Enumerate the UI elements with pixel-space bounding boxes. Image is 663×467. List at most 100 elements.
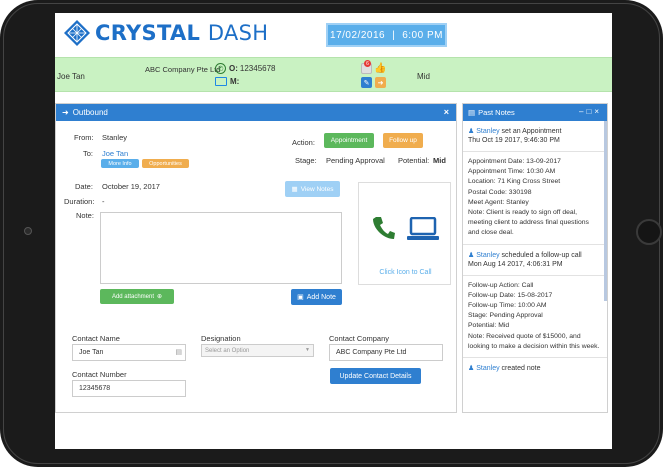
designation-label: Designation (201, 334, 241, 343)
phone-call-icon[interactable] (371, 215, 395, 241)
follow-up-button[interactable]: Follow up (383, 133, 423, 148)
to-label: To: (83, 149, 94, 158)
note-author-link[interactable]: Stanley (476, 252, 499, 259)
appointment-button[interactable]: Appointment (324, 133, 374, 148)
view-notes-button[interactable]: ▦ View Notes (285, 181, 340, 197)
quick-actions: 6 👍 ✎ ➜ (361, 60, 391, 91)
note-entry-title: ♟ Stanley created note (463, 358, 607, 373)
contact-company-input[interactable]: ABC Company Pte Ltd (329, 344, 443, 361)
note-entry: ♟ Stanley set an Appointment Thu Oct 19 … (463, 121, 607, 245)
thumbs-up-icon[interactable]: 👍 (374, 63, 386, 74)
add-note-button[interactable]: ▣ Add Note (291, 289, 342, 305)
note-entry: ♟ Stanley scheduled a follow-up call Mon… (463, 245, 607, 359)
computer-call-icon[interactable] (406, 217, 440, 241)
contact-name-label: Contact Name (72, 334, 120, 343)
note-action: created note (501, 365, 541, 373)
app-header: CRYSTAL DASH 17/02/2016 | 6:00 PM (55, 13, 612, 57)
view-notes-label: View Notes (300, 185, 334, 193)
note-line: Meet Agent: Stanley (468, 198, 529, 206)
note-entry-title: ♟ Stanley scheduled a follow-up call Mon… (463, 245, 607, 269)
potential-value: Mid (433, 156, 446, 165)
close-icon[interactable]: × (594, 107, 602, 116)
note-entry-body: Follow-up Action: Call Follow-up Date: 1… (463, 274, 607, 359)
past-notes-header: ▤ Past Notes –□× (463, 104, 607, 121)
close-icon[interactable]: × (444, 107, 449, 117)
stage-label: Stage: (295, 156, 317, 165)
notes-scrollbar[interactable] (604, 121, 607, 301)
note-icon: ▣ (297, 294, 304, 301)
office-phone-value: 12345678 (239, 64, 276, 73)
contact-number-input[interactable]: 12345678 (72, 380, 186, 397)
phone-icon[interactable]: ✆ (215, 63, 226, 74)
outbound-panel: ➜ Outbound × From: Stanley To: Joe Tan M… (55, 103, 457, 413)
arrow-right-icon[interactable]: ➜ (375, 77, 386, 88)
note-timestamp: Thu Oct 19 2017, 9:46:30 PM (468, 137, 560, 144)
contact-info-bar: Joe Tan ABC Company Pte Ltd ✆ O: 1234567… (55, 57, 612, 92)
info-company: ABC Company Pte Ltd (145, 65, 221, 74)
date-time-display: 17/02/2016 | 6:00 PM (326, 23, 447, 47)
info-mobile-phone[interactable]: M: (215, 77, 241, 86)
note-action: scheduled a follow-up call (501, 251, 582, 259)
app-screen: CRYSTAL DASH 17/02/2016 | 6:00 PM Joe Ta… (55, 13, 612, 449)
opportunities-button[interactable]: Opportunities (142, 159, 189, 168)
contact-company-label: Contact Company (329, 334, 390, 343)
user-icon: ♟ (468, 128, 475, 135)
plus-circle-icon: ⊕ (157, 294, 163, 300)
office-prefix: O: (229, 64, 238, 73)
crystal-logo-icon (64, 20, 90, 46)
date-value: October 19, 2017 (102, 182, 160, 191)
notification-badge: 6 (364, 60, 371, 67)
document-icon: ▦ (291, 186, 298, 193)
header-separator: | (392, 29, 396, 41)
mobile-prefix: M: (230, 77, 240, 86)
click-to-call-text: Click Icon to Call (379, 269, 432, 276)
add-attachment-button[interactable]: Add attachment ⊕ (100, 289, 174, 304)
chevron-down-icon: ▼ (305, 347, 310, 353)
note-line: Note: Received quote of $15000, and look… (468, 332, 600, 350)
info-contact-name: Joe Tan (57, 72, 85, 81)
home-button[interactable] (636, 219, 662, 245)
monitor-icon[interactable] (215, 77, 227, 86)
note-line: Note: Client is ready to sign off deal, … (468, 209, 589, 237)
notes-icon: ▤ (468, 108, 476, 117)
user-icon: ♟ (468, 365, 475, 373)
logo-wordmark: CRYSTAL DASH (95, 21, 268, 45)
contact-name-input[interactable]: Joe Tan ▤ (72, 344, 186, 361)
contact-card-icon: ▤ (175, 349, 182, 356)
edit-icon[interactable]: ✎ (361, 77, 372, 88)
duration-label: Duration: (64, 197, 95, 206)
past-notes-title: Past Notes (478, 108, 515, 117)
arrow-right-icon: ➜ (62, 108, 69, 117)
user-icon: ♟ (468, 251, 475, 259)
info-office-phone[interactable]: ✆ O: 12345678 (215, 63, 275, 74)
more-info-button[interactable]: More Info (101, 159, 139, 168)
date-label: Date: (75, 182, 93, 191)
note-author-link[interactable]: Stanley (476, 128, 499, 135)
potential-label: Potential: (398, 156, 430, 165)
designation-placeholder: Select an Option (205, 347, 250, 354)
note-entry-body: Appointment Date: 13-09-2017 Appointment… (463, 151, 607, 245)
note-timestamp: Mon Aug 14 2017, 4:06:31 PM (468, 260, 563, 268)
note-label: Note: (76, 211, 94, 220)
note-line: Postal Code: 330198 (468, 188, 532, 196)
note-line: Potential: Mid (468, 322, 510, 330)
note-textarea[interactable] (100, 212, 342, 284)
add-note-label: Add Note (306, 293, 336, 301)
logo: CRYSTAL DASH (63, 19, 268, 47)
tablet-frame: CRYSTAL DASH 17/02/2016 | 6:00 PM Joe Ta… (0, 0, 663, 467)
designation-select[interactable]: Select an Option ▼ (201, 344, 314, 357)
duration-value: - (102, 197, 105, 206)
update-contact-details-button[interactable]: Update Contact Details (330, 368, 421, 384)
contact-number-label: Contact Number (72, 370, 127, 379)
window-controls: –□× (579, 107, 602, 116)
to-value-link[interactable]: Joe Tan (102, 149, 128, 158)
note-author-link[interactable]: Stanley (476, 365, 499, 372)
call-box: Click Icon to Call (358, 182, 451, 285)
note-line: Follow-up Date: 15-08-2017 (468, 291, 553, 299)
from-value: Stanley (102, 133, 128, 142)
note-line: Location: 71 King Cross Street (468, 178, 561, 186)
logo-word-dash: DASH (207, 21, 269, 45)
outbound-panel-header: ➜ Outbound × (56, 104, 456, 121)
note-entry: ♟ Stanley created note (463, 358, 607, 373)
note-action: set an Appointment (501, 128, 562, 135)
